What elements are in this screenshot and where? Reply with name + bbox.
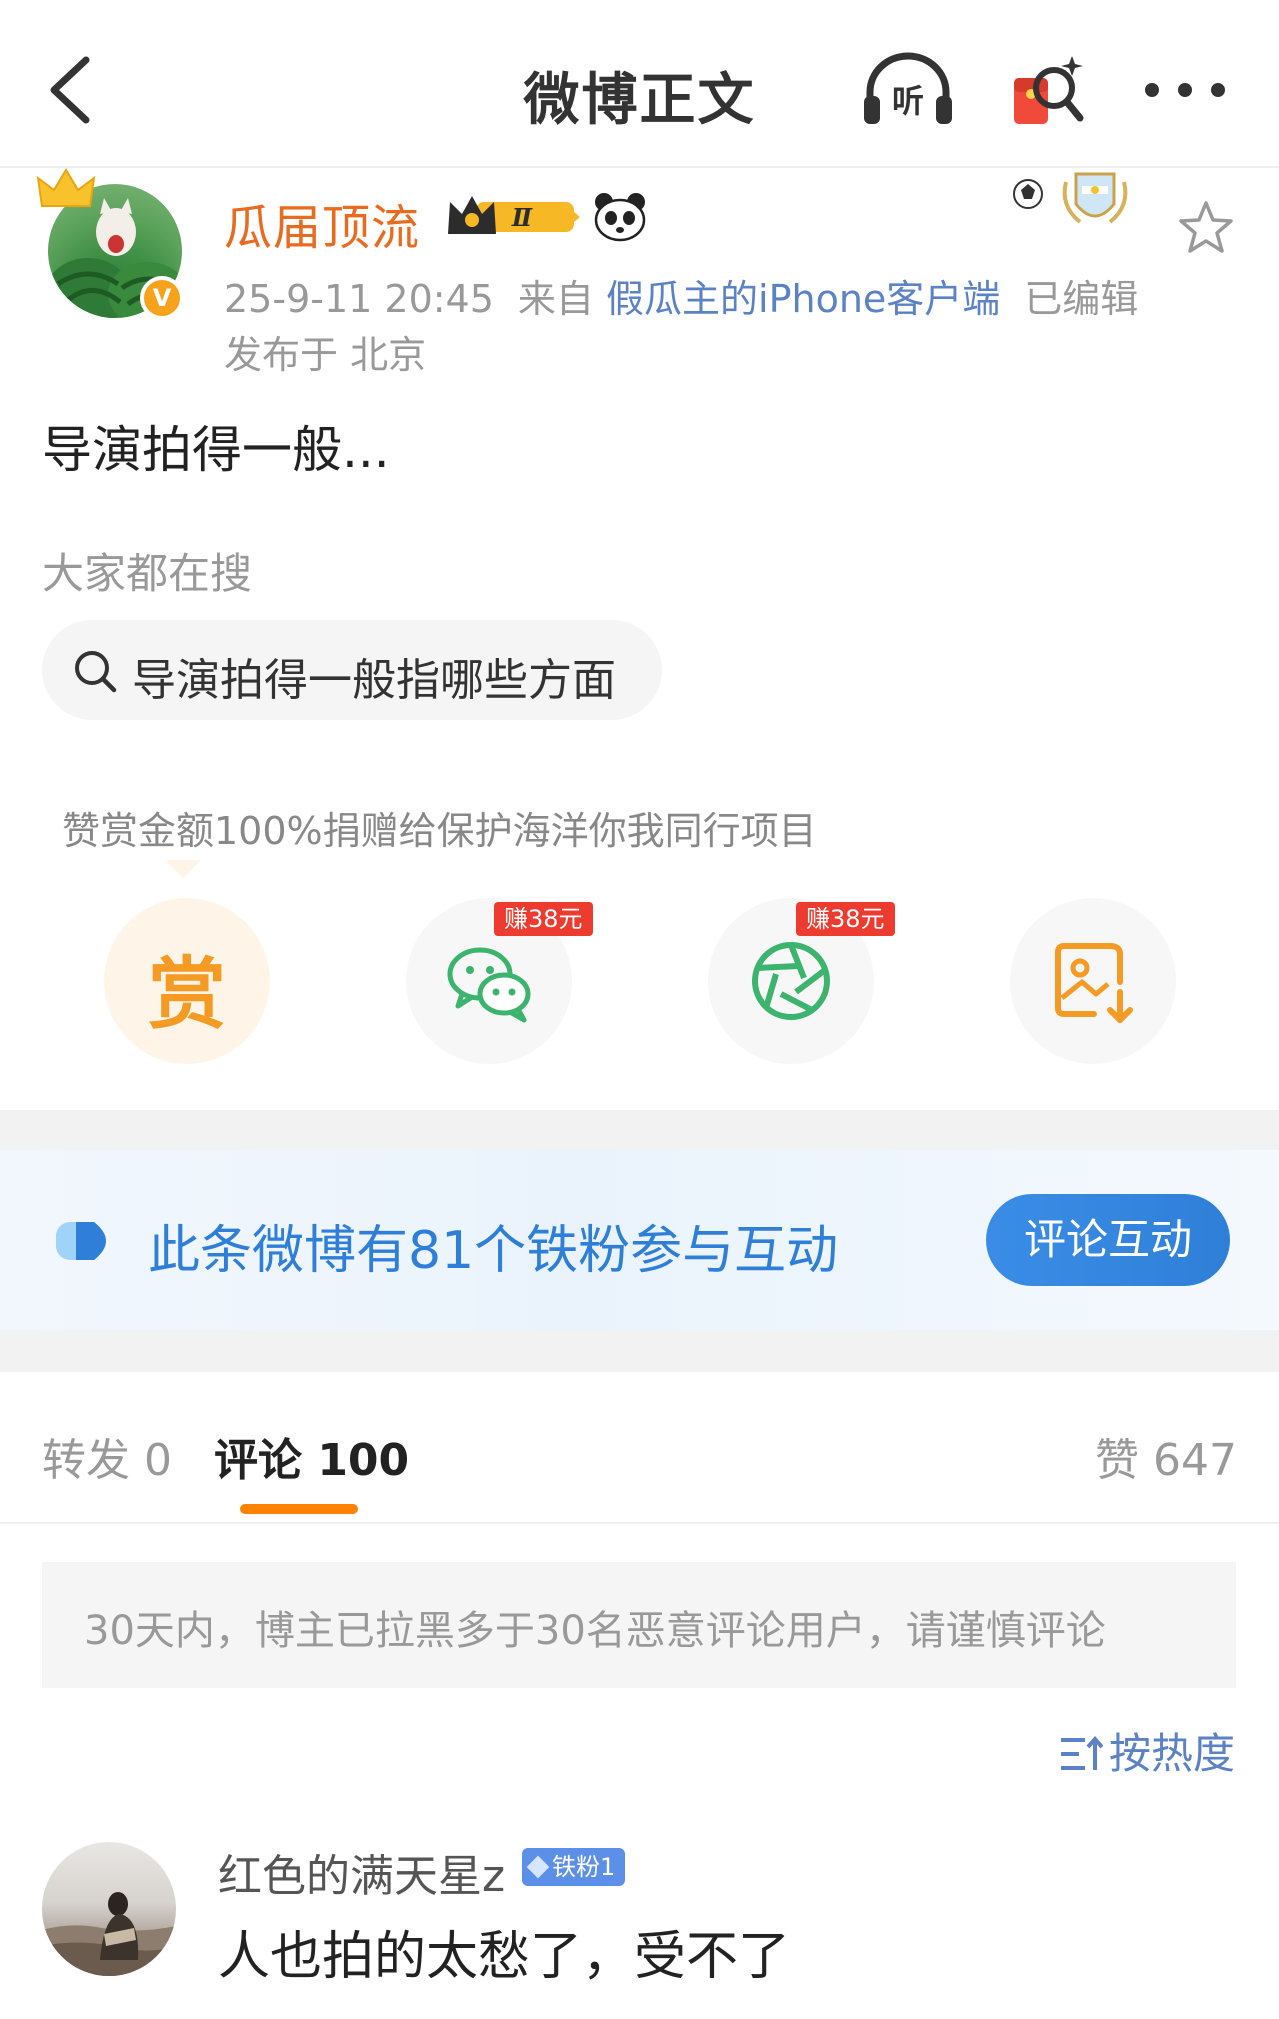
author-avatar-wrap[interactable]: V	[36, 168, 192, 320]
comment-text: 人也拍的太愁了，受不了	[218, 1927, 791, 1987]
sort-by-hot-button[interactable]: 按热度	[1059, 1720, 1235, 1781]
section-divider	[0, 1110, 1279, 1150]
source-prefix: 来自	[517, 277, 594, 321]
section-divider	[0, 1330, 1279, 1372]
top-nav-bar: 微博正文 听	[0, 0, 1279, 168]
sort-icon	[1060, 1735, 1103, 1770]
crown-icon	[36, 168, 96, 207]
iron-fans-banner[interactable]: 此条微博有81个铁粉参与互动 评论互动	[0, 1150, 1279, 1330]
commenter-avatar[interactable]	[42, 1842, 176, 1976]
wechat-icon	[447, 947, 531, 1023]
search-icon	[75, 651, 117, 693]
listen-button[interactable]: 听	[858, 50, 958, 130]
author-name[interactable]: 瓜届顶流	[224, 188, 420, 258]
red-packet-icon	[1014, 56, 1084, 124]
active-tab-indicator	[240, 1504, 358, 1514]
reward-pointer	[165, 860, 201, 878]
panda-icon	[594, 193, 646, 242]
football-icon	[1013, 172, 1128, 224]
trending-search-heading: 大家都在搜	[42, 549, 253, 598]
red-packet-search-button[interactable]	[1010, 52, 1090, 132]
post-tabs: 转发 0 评论 100 赞 647	[0, 1372, 1279, 1524]
headphones-icon: 听	[864, 52, 952, 124]
star-icon	[1179, 201, 1233, 253]
trending-search-chip[interactable]: 导演拍得一般指哪些方面	[42, 620, 662, 720]
verified-badge: V	[140, 276, 184, 320]
level-badge-text: Ⅱ	[511, 203, 533, 232]
reward-note: 赞赏金额100%捐赠给保护海洋你我同行项目	[62, 809, 817, 853]
comment-notice-text: 30天内，博主已拉黑多于30名恶意评论用户，请谨慎评论	[84, 1608, 1106, 1654]
more-icon	[1145, 83, 1225, 97]
post-source-link[interactable]: 假瓜主的iPhone客户端	[606, 277, 1000, 321]
sort-label: 按热度	[1108, 1729, 1235, 1778]
favorite-button[interactable]	[1176, 198, 1236, 258]
post-text: 导演拍得一般...	[42, 421, 390, 479]
earn-tag-wechat: 赚38元	[494, 902, 593, 936]
diamond-icon	[526, 1855, 550, 1879]
commenter-name[interactable]: 红色的满天星z	[218, 1840, 505, 1904]
save-image-button[interactable]	[1010, 898, 1176, 1064]
reward-button[interactable]: 赏	[104, 898, 270, 1064]
tab-repost[interactable]: 转发 0	[42, 1424, 172, 1488]
post-location: 发布于 北京	[224, 333, 427, 377]
moments-icon	[752, 942, 830, 1020]
post-timestamp: 25-9-11 20:45	[224, 277, 494, 321]
tab-comment[interactable]: 评论 100	[214, 1424, 409, 1488]
iron-fans-text: 此条微博有81个铁粉参与互动	[148, 1221, 839, 1281]
reward-glyph: 赏	[147, 950, 226, 1040]
more-button[interactable]	[1140, 70, 1230, 110]
save-image-icon	[1055, 943, 1133, 1023]
tab-like[interactable]: 赞 647	[1095, 1424, 1237, 1488]
iron-fan-badge[interactable]: 铁粉1	[522, 1848, 626, 1886]
comment-notice: 30天内，博主已拉黑多于30名恶意评论用户，请谨慎评论	[42, 1562, 1236, 1688]
listen-label: 听	[892, 82, 924, 120]
post-meta: 25-9-11 20:45 来自 假瓜主的iPhone客户端 已编辑	[224, 268, 1138, 323]
fans-icon	[56, 1222, 106, 1260]
member-level-badge[interactable]: Ⅱ	[446, 192, 582, 242]
trending-search-text: 导演拍得一般指哪些方面	[132, 655, 616, 706]
iron-fan-badge-text: 铁粉1	[552, 1853, 616, 1881]
earn-tag-moments: 赚38元	[796, 902, 895, 936]
edited-label[interactable]: 已编辑	[1024, 277, 1138, 321]
comment-interact-button[interactable]: 评论互动	[986, 1194, 1230, 1286]
